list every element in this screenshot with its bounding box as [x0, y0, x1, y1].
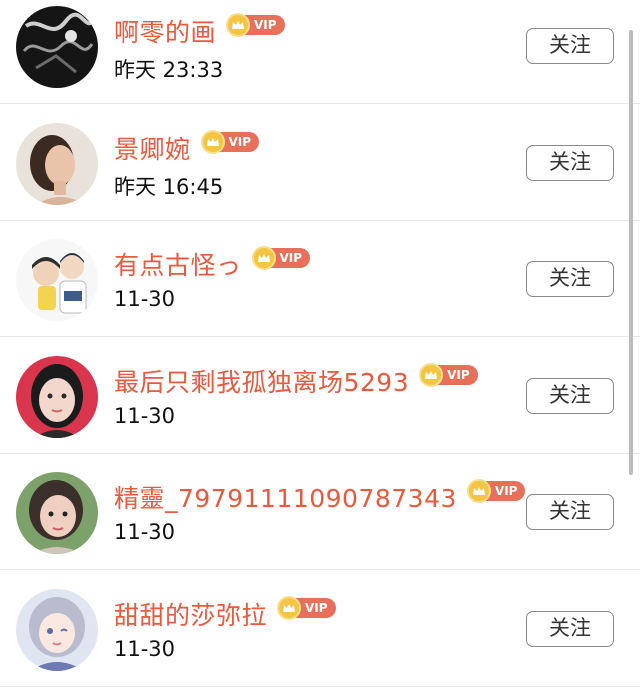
avatar[interactable]: [16, 239, 98, 321]
crown-icon: [466, 479, 491, 503]
timestamp: 昨天 23:33: [114, 58, 224, 82]
user-name-line: 啊零的画 VIP: [114, 13, 285, 49]
follow-button[interactable]: 关注: [526, 261, 614, 297]
list-item[interactable]: 精靈_79791111090787343 VIP 11-30 关注: [0, 454, 640, 570]
user-name-line: 甜甜的莎弥拉 VIP: [114, 596, 336, 632]
scrollbar[interactable]: [629, 30, 633, 475]
user-name[interactable]: 精靈_79791111090787343: [114, 479, 457, 515]
user-name[interactable]: 甜甜的莎弥拉: [114, 596, 267, 632]
follow-button[interactable]: 关注: [526, 28, 614, 64]
follow-button[interactable]: 关注: [526, 145, 614, 181]
avatar[interactable]: [16, 6, 98, 88]
list-item[interactable]: 景卿婉 VIP 昨天 16:45 关注: [0, 105, 640, 221]
timestamp: 11-30: [114, 404, 176, 428]
crown-icon: [277, 596, 302, 620]
follower-list: 啊零的画 VIP 昨天 23:33 关注 景卿婉 VIP 昨天 16:45 关注…: [0, 0, 640, 700]
list-item[interactable]: 有点古怪っ VIP 11-30 关注: [0, 221, 640, 337]
crown-icon: [251, 246, 276, 270]
timestamp: 11-30: [114, 520, 176, 544]
user-name[interactable]: 景卿婉: [114, 130, 191, 166]
avatar[interactable]: [16, 472, 98, 554]
user-name-line: 最后只剩我孤独离场5293 VIP: [114, 363, 478, 399]
timestamp: 11-30: [114, 637, 176, 661]
list-item[interactable]: 甜甜的莎弥拉 VIP 11-30 关注: [0, 571, 640, 687]
avatar[interactable]: [16, 356, 98, 438]
user-name[interactable]: 有点古怪っ: [114, 246, 242, 282]
follow-button[interactable]: 关注: [526, 611, 614, 647]
crown-icon: [200, 130, 225, 154]
vip-badge: VIP: [251, 246, 311, 270]
crown-icon: [419, 363, 444, 387]
follow-button[interactable]: 关注: [526, 494, 614, 530]
user-name-line: 精靈_79791111090787343 VIP: [114, 479, 526, 515]
timestamp: 昨天 16:45: [114, 175, 224, 199]
avatar[interactable]: [16, 589, 98, 671]
vip-badge: VIP: [466, 479, 526, 503]
list-item[interactable]: 啊零的画 VIP 昨天 23:33 关注: [0, 0, 640, 104]
follow-button[interactable]: 关注: [526, 378, 614, 414]
vip-badge: VIP: [419, 363, 478, 387]
timestamp: 11-30: [114, 287, 176, 311]
user-name[interactable]: 最后只剩我孤独离场5293: [114, 363, 409, 399]
avatar[interactable]: [16, 123, 98, 205]
vip-badge: VIP: [277, 596, 336, 620]
user-name[interactable]: 啊零的画: [114, 13, 216, 49]
vip-badge: VIP: [200, 130, 260, 154]
vip-badge: VIP: [226, 13, 285, 37]
crown-icon: [226, 13, 251, 37]
list-item[interactable]: 最后只剩我孤独离场5293 VIP 11-30 关注: [0, 338, 640, 454]
user-name-line: 有点古怪っ VIP: [114, 246, 311, 282]
user-name-line: 景卿婉 VIP: [114, 130, 260, 166]
